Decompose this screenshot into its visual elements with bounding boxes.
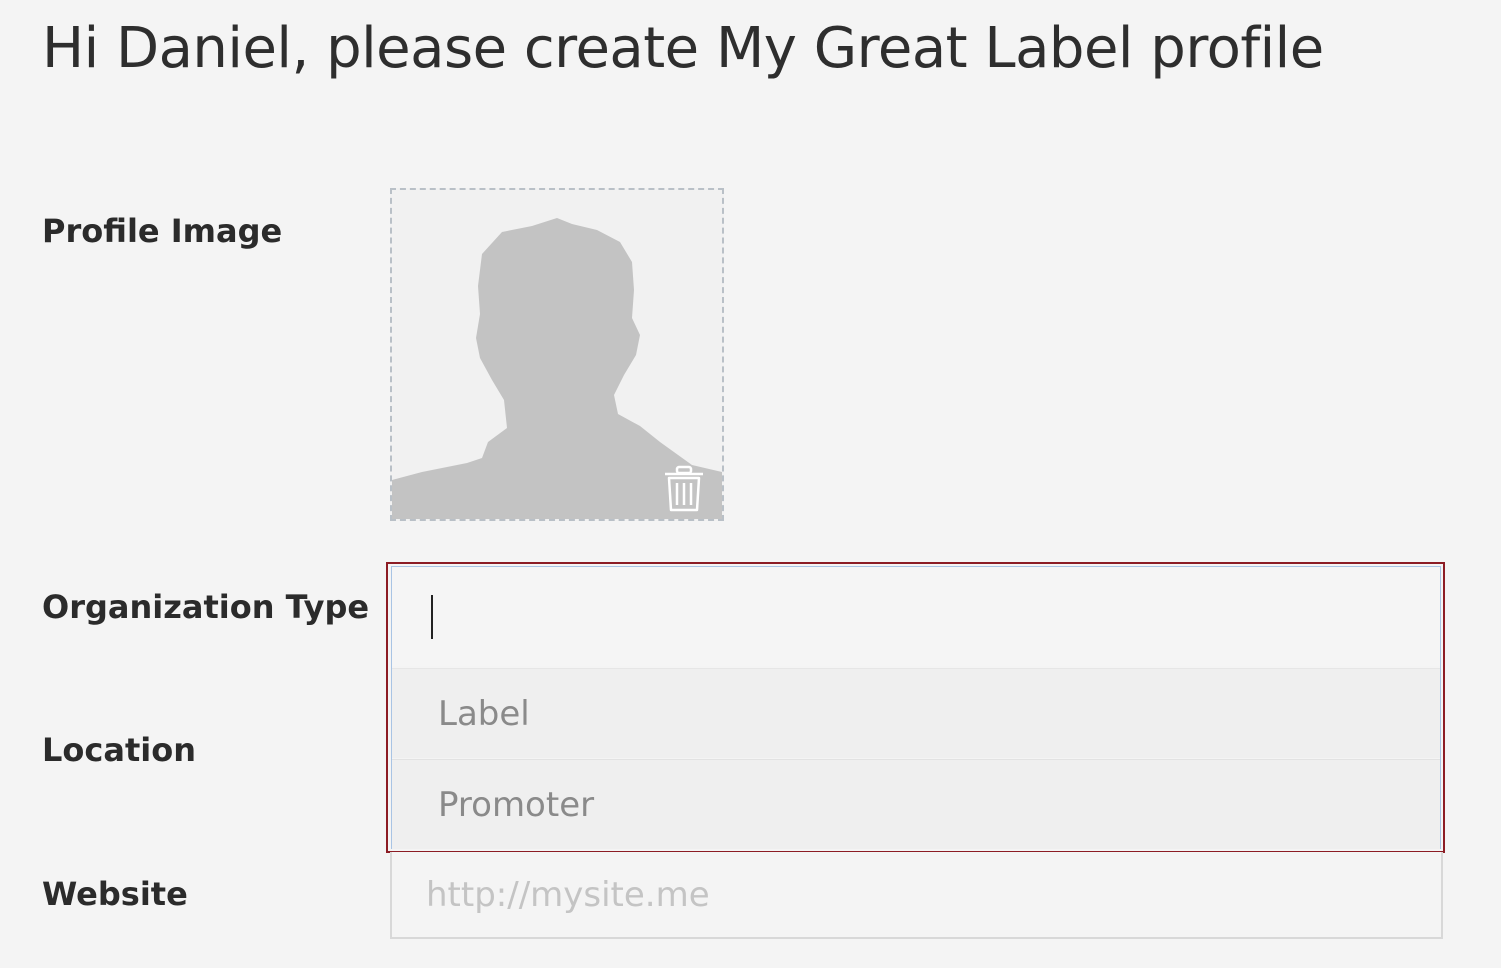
location-label: Location [42,731,196,769]
trash-icon[interactable] [662,464,706,514]
organization-type-label: Organization Type [42,588,370,626]
option-promoter[interactable]: Promoter [392,759,1440,849]
profile-image-label: Profile Image [42,212,283,250]
create-profile-page: Hi Daniel, please create My Great Label … [0,0,1501,968]
organization-type-combobox[interactable]: Label Promoter [386,562,1445,853]
page-title: Hi Daniel, please create My Great Label … [42,16,1324,81]
text-caret [431,595,433,639]
website-input[interactable] [390,852,1443,939]
option-label[interactable]: Label [392,668,1440,758]
website-label: Website [42,875,188,913]
organization-type-dropdown-panel: Label Promoter [391,566,1441,849]
profile-image-dropzone[interactable] [390,188,724,521]
organization-type-input[interactable] [392,567,1440,666]
